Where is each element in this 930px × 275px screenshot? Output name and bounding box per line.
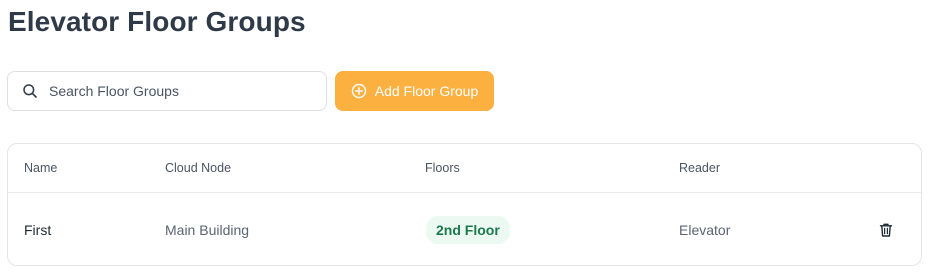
cell-name: First xyxy=(24,222,52,238)
column-header-reader[interactable]: Reader xyxy=(679,161,720,175)
floor-groups-table: Name Cloud Node Floors Reader First Main… xyxy=(7,143,922,266)
search-box[interactable] xyxy=(7,71,327,111)
column-header-name[interactable]: Name xyxy=(24,161,57,175)
add-floor-group-button[interactable]: Add Floor Group xyxy=(335,71,494,111)
trash-icon xyxy=(879,223,893,237)
delete-button[interactable] xyxy=(876,220,896,240)
page: Elevator Floor Groups Add Floor Group Na… xyxy=(0,0,930,275)
floor-badge: 2nd Floor xyxy=(426,216,510,244)
table-row[interactable]: First Main Building 2nd Floor Elevator xyxy=(8,194,921,265)
search-icon xyxy=(22,83,38,99)
plus-circle-icon xyxy=(351,83,367,99)
cell-reader: Elevator xyxy=(679,222,731,238)
column-header-floors[interactable]: Floors xyxy=(425,161,460,175)
page-title: Elevator Floor Groups xyxy=(8,6,306,37)
add-floor-group-label: Add Floor Group xyxy=(374,83,479,99)
search-input[interactable] xyxy=(49,83,309,99)
column-header-cloud-node[interactable]: Cloud Node xyxy=(165,161,231,175)
cell-cloud-node: Main Building xyxy=(165,222,250,238)
table-header: Name Cloud Node Floors Reader xyxy=(8,144,921,193)
